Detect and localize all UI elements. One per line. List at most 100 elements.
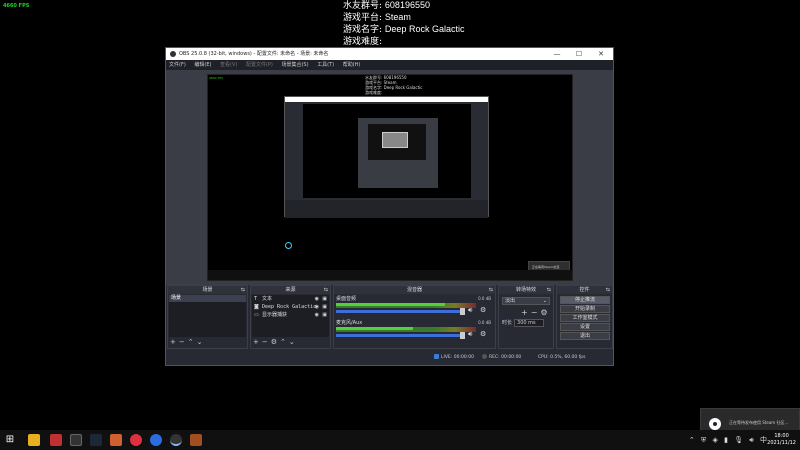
dock-float-icon[interactable]: ⇆ — [241, 286, 245, 294]
close-button[interactable]: ✕ — [590, 48, 612, 60]
menu-file[interactable]: 文件(F) — [169, 62, 186, 68]
sources-list[interactable]: T 文本 ◉ ▣ ◙ Deep Rock Galactic ◉ ▣ ▭ 显示器捕获 ◉ ▣ — [252, 295, 329, 337]
eye-icon[interactable]: ◉ — [315, 303, 319, 311]
move-up-button[interactable]: ⌃ — [188, 338, 194, 346]
text-icon: T — [254, 296, 258, 302]
stream-info-overlay: 水友群号: 608196550 游戏平台: Steam 游戏名字: Deep R… — [343, 0, 464, 48]
live-status: LIVE: 00:00:00 — [434, 351, 474, 365]
menu-tools[interactable]: 工具(T) — [317, 62, 334, 68]
obs-titlebar[interactable]: OBS 25.0.8 (32-bit, windows) - 配置文件: 未命名… — [166, 48, 613, 60]
volume-slider-handle[interactable] — [460, 308, 465, 315]
game-taskbar-icon[interactable] — [190, 434, 202, 446]
file-explorer-icon[interactable] — [28, 434, 40, 446]
preview-canvas[interactable]: 4660 FPS 水友群号: 608196550 游戏平台: Steam 游戏名… — [207, 74, 573, 281]
exit-button[interactable]: 退出 — [560, 332, 610, 340]
network-icon[interactable]: ▮ — [724, 436, 728, 444]
scenes-header: 场景 ⇆ — [168, 286, 247, 294]
lock-icon[interactable]: ▣ — [322, 311, 327, 319]
chevron-up-icon[interactable]: ⌃ — [689, 436, 695, 444]
menu-scene-collection[interactable]: 场景集合(S) — [281, 62, 308, 68]
source-item-display[interactable]: ▭ 显示器捕获 ◉ ▣ — [252, 311, 329, 319]
inner-overlay-text: 水友群号: 608196550 游戏平台: Steam 游戏名字: Deep R… — [365, 75, 423, 95]
cpu-status: CPU: 0.5%, 60.00 fps — [538, 355, 586, 360]
lock-icon[interactable]: ▣ — [322, 303, 327, 311]
controls-header: 控件 ⇆ — [557, 286, 612, 294]
dock-float-icon[interactable]: ⇆ — [324, 286, 328, 294]
rec-indicator-icon — [482, 354, 487, 359]
input-language[interactable]: 中 — [760, 436, 767, 444]
sources-dock: 来源 ⇆ T 文本 ◉ ▣ ◙ Deep Rock Galactic ◉ ▣ ▭ 显示器捕获 ◉ ▣… — [250, 285, 331, 349]
recursive-obs-window — [284, 96, 489, 218]
source-properties-gear-icon[interactable]: ⚙ — [271, 338, 277, 346]
transition-select[interactable]: 淡出 ⌄ — [502, 297, 550, 305]
steam-taskbar-icon[interactable] — [90, 434, 102, 446]
mixer-channel-mic: 麦克风/Aux 0.0 dB 🔊︎ ⚙ — [336, 320, 491, 339]
add-scene-button[interactable]: + — [170, 338, 176, 346]
move-up-button[interactable]: ⌃ — [280, 338, 286, 346]
menu-help[interactable]: 帮助(H) — [343, 62, 361, 68]
obs-app-icon — [170, 51, 176, 57]
transitions-header: 转场特效 ⇆ — [499, 286, 553, 294]
gear-icon[interactable]: ⚙ — [480, 330, 486, 338]
app-icon-dark[interactable] — [70, 434, 82, 446]
transition-gear-icon[interactable]: ⚙ — [540, 308, 547, 317]
dock-float-icon[interactable]: ⇆ — [489, 286, 493, 294]
windows-start-icon[interactable]: ⊞ — [4, 434, 16, 446]
maximize-button[interactable]: ☐ — [568, 48, 590, 60]
preview-area: 4660 FPS 水友群号: 608196550 游戏平台: Steam 游戏名… — [166, 70, 613, 285]
chevron-down-icon: ⌄ — [542, 298, 547, 304]
live-indicator-icon — [434, 354, 439, 359]
app-icon-red[interactable] — [50, 434, 62, 446]
scenes-dock: 场景 ⇆ 场景 + − ⌃ ⌄ — [167, 285, 248, 349]
windows-taskbar: ⊞ ⌃ ⛨ ◈ ▮ 🎙︎ 🔊︎ 中 18:00 2021/11/12 — [0, 430, 800, 450]
dock-float-icon[interactable]: ⇆ — [606, 286, 610, 294]
speaker-icon[interactable]: 🔊︎ — [468, 330, 472, 339]
shield-icon[interactable]: ⛨ — [701, 436, 706, 444]
eye-icon[interactable]: ◉ — [315, 295, 319, 303]
transition-tools: + − ⚙ — [521, 308, 551, 317]
eye-icon[interactable]: ◉ — [315, 311, 319, 319]
start-recording-button[interactable]: 开始录制 — [560, 305, 610, 313]
inner-fps-counter: 4660 FPS — [209, 76, 224, 80]
tray-app-icon[interactable]: ◈ — [713, 436, 718, 444]
duration-input[interactable]: 300 ms — [514, 319, 545, 327]
duration-row: 时长 300 ms — [502, 319, 545, 327]
overlay-row-platform: 游戏平台: Steam — [343, 12, 411, 23]
lock-icon[interactable]: ▣ — [322, 295, 327, 303]
fps-counter: 4660 FPS — [3, 3, 30, 9]
settings-button[interactable]: 设置 — [560, 323, 610, 331]
gear-icon[interactable]: ⚙ — [480, 306, 486, 314]
remove-scene-button[interactable]: − — [179, 338, 185, 346]
remove-transition-button[interactable]: − — [531, 308, 538, 317]
volume-slider-handle[interactable] — [460, 332, 465, 339]
add-transition-button[interactable]: + — [521, 308, 528, 317]
move-down-button[interactable]: ⌄ — [289, 338, 295, 346]
minimize-button[interactable]: — — [546, 48, 568, 60]
volume-icon[interactable]: 🔊︎ — [749, 436, 753, 444]
volume-slider[interactable] — [336, 310, 464, 313]
studio-mode-button[interactable]: 工作室模式 — [560, 314, 610, 322]
display-capture-icon: ▭ — [254, 312, 259, 318]
app-icon-orange[interactable] — [110, 434, 122, 446]
controls-dock: 控件 ⇆ 停止推流 开始录制 工作室模式 设置 退出 — [556, 285, 613, 349]
scenes-list[interactable]: 场景 — [169, 295, 246, 337]
app-icon-pink[interactable] — [130, 434, 142, 446]
remove-source-button[interactable]: − — [262, 338, 268, 346]
menu-view[interactable]: 查看(V) — [220, 62, 237, 68]
dock-float-icon[interactable]: ⇆ — [547, 286, 551, 294]
obs-taskbar-icon[interactable] — [170, 434, 182, 446]
volume-slider[interactable] — [336, 334, 464, 337]
browser-icon[interactable] — [150, 434, 162, 446]
menu-profile[interactable]: 配置文件(P) — [246, 62, 273, 68]
source-item-text[interactable]: T 文本 ◉ ▣ — [252, 295, 329, 303]
move-down-button[interactable]: ⌄ — [197, 338, 203, 346]
stop-streaming-button[interactable]: 停止推流 — [560, 296, 610, 304]
source-item-game[interactable]: ◙ Deep Rock Galactic ◉ ▣ — [252, 303, 329, 311]
mic-icon[interactable]: 🎙︎ — [734, 436, 743, 444]
menu-edit[interactable]: 编辑(E) — [194, 62, 211, 68]
add-source-button[interactable]: + — [253, 338, 259, 346]
taskbar-clock[interactable]: 18:00 2021/11/12 — [767, 433, 796, 447]
scene-item[interactable]: 场景 — [169, 295, 246, 302]
scenes-toolbar: + − ⌃ ⌄ — [170, 338, 206, 347]
speaker-icon[interactable]: 🔊︎ — [468, 306, 472, 315]
